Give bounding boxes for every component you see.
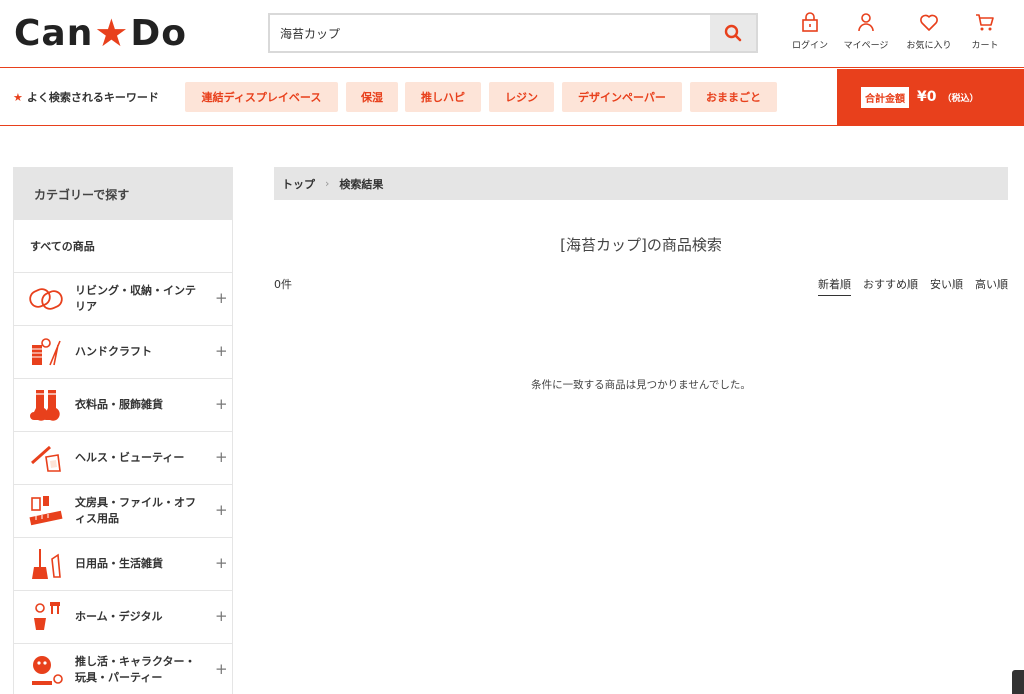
keyword-title-text: よく検索されるキーワード [26,91,159,104]
sidebar-item-beauty[interactable]: ヘルス・ビューティー + [14,432,232,485]
favorites-label: お気に入り [906,41,952,51]
category-label: 日用品・生活雑貨 [75,557,163,570]
favorites-button[interactable]: お気に入り [899,12,959,56]
page-title: [海苔カップ]の商品検索 [560,236,722,254]
sidebar-item-home-digital[interactable]: ホーム・デジタル + [14,591,232,644]
sort-recommended[interactable]: おすすめ順 [863,276,918,296]
category-label: 推し活・キャラクター・玩具・パーティー [75,655,196,684]
category-label: 衣料品・服飾雑貨 [75,398,163,411]
mypage-icon [858,13,874,32]
star-icon: ★ [13,91,23,104]
cando-logo[interactable]: Can ★ Do [14,11,187,55]
login-button[interactable]: ログイン [780,12,840,56]
beauty-icon [31,445,61,472]
search-box [268,13,758,53]
sort-newest[interactable]: 新着順 [818,276,851,296]
breadcrumb: トップ › 検索結果 [274,167,1008,200]
expand-plus-icon[interactable]: + [215,395,228,413]
keyword-chip[interactable]: レジン [489,82,554,112]
sidebar-item-all[interactable]: すべての商品 [14,220,232,273]
sidebar-item-handcraft[interactable]: ハンドクラフト + [14,326,232,379]
sidebar-item-stationery[interactable]: 文房具・ファイル・オフィス用品 + [14,485,232,538]
keyword-title: ★ よく検索されるキーワード [13,89,159,105]
keyword-chip[interactable]: 推しハピ [405,82,481,112]
cart-button[interactable]: カート [955,12,1015,56]
expand-plus-icon[interactable]: + [215,448,228,466]
page-top-button[interactable] [1012,670,1024,694]
sort-price-high[interactable]: 高い順 [975,276,1008,296]
keyword-bar: ★ よく検索されるキーワード 連結ディスプレイベース 保湿 推しハピ レジン デザ… [0,69,1024,126]
keyword-chip[interactable]: デザインペーパー [562,82,682,112]
site-header: Can★Do ログイン マイページ お気に入り [0,0,1024,68]
logo-text-do: Do [130,12,188,54]
expand-plus-icon[interactable]: + [215,342,228,360]
sidebar-item-character-toy[interactable]: 推し活・キャラクター・玩具・パーティー + [14,644,232,694]
category-label: 文房具・ファイル・オフィス用品 [75,496,196,525]
sidebar-item-daily-goods[interactable]: 日用品・生活雑貨 + [14,538,232,591]
keyword-chip[interactable]: 連結ディスプレイベース [185,82,338,112]
living-icon [29,288,63,310]
cart-label: カート [971,41,999,51]
socks-icon [30,390,60,421]
cart-icon [976,14,994,31]
search-icon [724,24,742,42]
handcraft-icon [32,338,61,366]
breadcrumb-separator-icon: › [325,177,330,190]
sort-options: 新着順 おすすめ順 安い順 高い順 [806,276,1008,296]
broom-icon [32,549,61,579]
expand-plus-icon[interactable]: + [215,554,228,572]
total-label: 合計金額 [861,86,909,108]
mypage-label: マイページ [843,41,889,51]
login-label: ログイン [791,41,828,51]
character-toy-icon [32,656,63,685]
expand-plus-icon[interactable]: + [215,289,228,307]
keyword-chip[interactable]: 保湿 [346,82,398,112]
breadcrumb-top-link[interactable]: トップ [282,176,315,192]
breadcrumb-current: 検索結果 [339,177,384,191]
category-sidebar: カテゴリーで探す すべての商品 リビング・収納・インテリア + ハンドクラフト … [13,167,233,694]
logo-star-icon: ★ [94,11,130,55]
total-value: ¥0 [917,89,937,105]
search-button[interactable] [710,15,756,51]
expand-plus-icon[interactable]: + [215,607,228,625]
category-label: ヘルス・ビューティー [75,451,185,464]
search-input[interactable] [270,15,710,51]
result-count: 0件 [274,278,292,291]
cart-total[interactable]: 合計金額 ¥0 （税込） [837,69,1024,125]
sort-price-low[interactable]: 安い順 [930,276,963,296]
category-label: リビング・収納・インテリア [75,284,196,313]
sidebar-item-clothing[interactable]: 衣料品・服飾雑貨 + [14,379,232,432]
stationery-icon [29,496,63,526]
login-icon [802,12,818,32]
no-result-message: 条件に一致する商品は見つかりませんでした。 [531,379,751,391]
category-label: ホーム・デジタル [75,610,163,623]
category-label: ハンドクラフト [75,345,152,358]
keyword-chip[interactable]: おままごと [690,82,777,112]
logo-text-can: Can [14,12,94,54]
expand-plus-icon[interactable]: + [215,660,228,678]
mypage-button[interactable]: マイページ [836,12,896,56]
home-digital-icon [34,602,60,630]
sidebar-heading: カテゴリーで探す [14,168,232,220]
heart-icon [920,14,938,31]
tax-label: （税込） [942,93,979,104]
sidebar-item-living[interactable]: リビング・収納・インテリア + [14,273,232,326]
expand-plus-icon[interactable]: + [215,501,228,519]
